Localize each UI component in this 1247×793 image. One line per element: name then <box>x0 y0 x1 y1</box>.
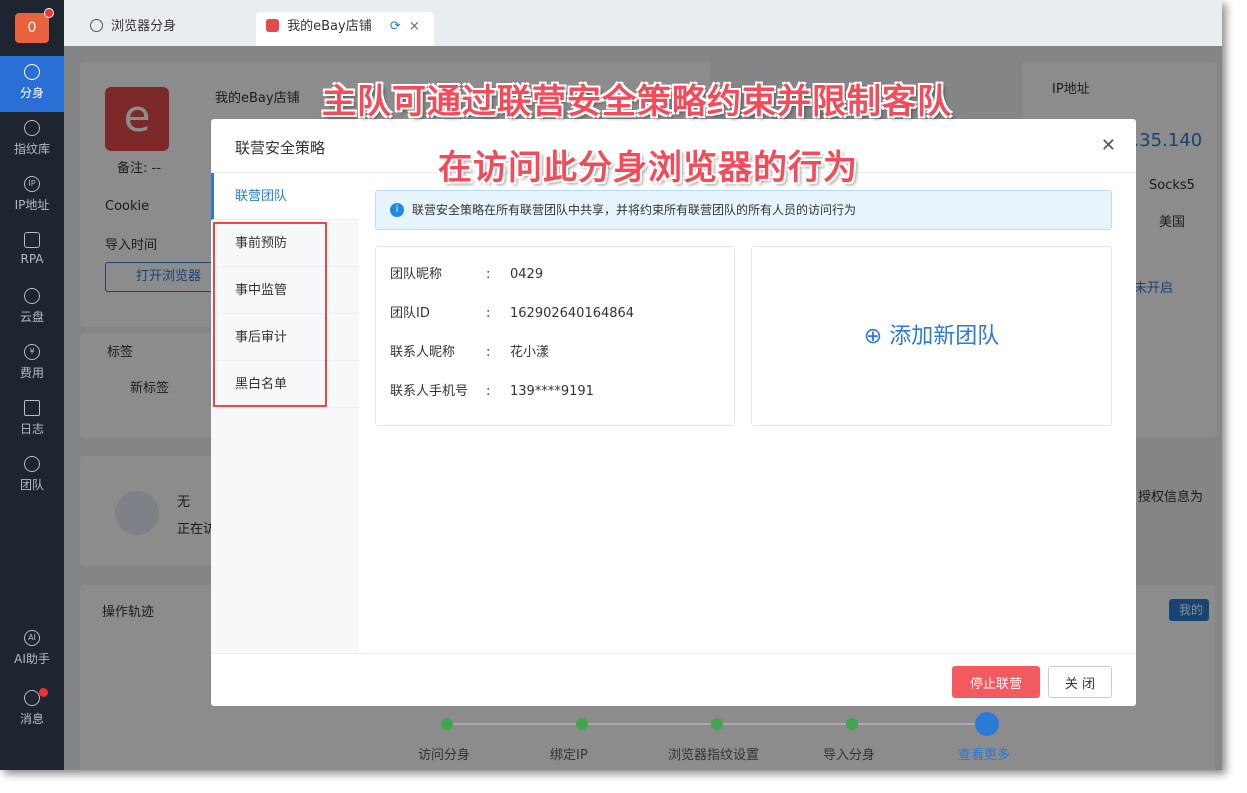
dialog-footer: 停止联营 关 闭 <box>211 653 1136 706</box>
nav-label: RPA <box>20 252 44 266</box>
step-dot <box>846 718 858 730</box>
tab-label: 浏览器分身 <box>111 19 177 34</box>
refresh-icon[interactable]: ⟳ <box>390 19 401 34</box>
field-value: 162902640164864 <box>510 306 635 321</box>
nav-label: AI助手 <box>14 652 50 666</box>
field-value: 139****9191 <box>510 384 594 399</box>
field-value: 花小漾 <box>510 345 550 360</box>
notice-text: 联营安全策略在所有联营团队中共享，并将约束所有联营团队的所有人员的访问行为 <box>412 203 857 217</box>
robot-icon <box>24 232 40 248</box>
field-colon: : <box>486 384 491 399</box>
field-colon: : <box>486 345 491 360</box>
team-field-row: 团队ID: 162902640164864 <box>390 302 634 321</box>
field-colon: : <box>486 306 491 321</box>
nav-label: 分身 <box>19 86 44 100</box>
step-label[interactable]: 绑定IP <box>550 744 588 763</box>
nav-label: 指纹库 <box>13 142 50 156</box>
close-button[interactable]: 关 闭 <box>1048 666 1112 698</box>
team-field-row: 联系人昵称: 花小漾 <box>390 341 549 360</box>
nav-item-fingerprint[interactable]: 指纹库 <box>0 112 64 168</box>
step-label[interactable]: 查看更多 <box>958 744 1010 763</box>
nav-label: 团队 <box>19 478 44 492</box>
add-team-label: 添加新团队 <box>889 324 1000 349</box>
app-window: 0 分身 指纹库 IP IP地址 RPA 云盘 ¥ 费用 日志 团队 AI AI… <box>0 0 1222 770</box>
side-navigation: 0 分身 指纹库 IP IP地址 RPA 云盘 ¥ 费用 日志 团队 AI AI… <box>0 0 64 770</box>
step-dot <box>711 718 723 730</box>
nav-item-rpa[interactable]: RPA <box>0 224 64 280</box>
info-icon: i <box>390 203 404 217</box>
tab-browser-profiles[interactable]: 浏览器分身 <box>80 12 186 46</box>
tab-bar: 浏览器分身 我的eBay店铺 ⟳ × <box>64 0 1222 46</box>
plus-circle-icon: ⊕ <box>863 324 883 349</box>
add-team-button[interactable]: ⊕ 添加新团队 <box>751 246 1112 426</box>
nav-label: 消息 <box>19 712 44 726</box>
log-icon <box>24 400 40 416</box>
logo-count: 0 <box>27 20 37 36</box>
menu-item-allied-teams[interactable]: 联营团队 <box>211 173 359 220</box>
step-label[interactable]: 访问分身 <box>418 744 470 763</box>
team-card: 团队昵称: 0429 团队ID: 162902640164864 联系人昵称: 花小漾… <box>375 246 735 426</box>
nav-item-team[interactable]: 团队 <box>0 448 64 504</box>
nav-label: IP地址 <box>14 198 50 212</box>
nav-item-ip[interactable]: IP IP地址 <box>0 168 64 224</box>
bell-icon <box>24 690 40 706</box>
nav-item-log[interactable]: 日志 <box>0 392 64 448</box>
step-dot <box>576 718 588 730</box>
field-label: 团队昵称 <box>390 267 443 282</box>
step-label[interactable]: 导入分身 <box>823 744 875 763</box>
dialog-title: 联营安全策略 <box>235 139 326 157</box>
team-icon <box>24 456 40 472</box>
nav-item-ai[interactable]: AI AI助手 <box>0 622 64 678</box>
app-logo[interactable]: 0 <box>15 8 54 43</box>
step-dot <box>441 718 453 730</box>
nav-item-avatar[interactable]: 分身 <box>0 56 64 112</box>
nav-item-cloud[interactable]: 云盘 <box>0 280 64 336</box>
fingerprint-icon <box>24 120 40 136</box>
highlight-box <box>213 222 327 407</box>
ebay-icon <box>266 19 279 32</box>
notification-dot <box>44 8 54 18</box>
cloud-icon <box>24 288 40 304</box>
yen-icon: ¥ <box>24 344 40 360</box>
close-icon[interactable]: ✕ <box>1101 135 1116 156</box>
security-policy-dialog: 联营安全策略 ✕ 联营团队 事前预防 事中监管 事后审计 黑白名单 i 联营安全… <box>211 119 1136 706</box>
field-label: 联系人昵称 <box>390 345 456 360</box>
close-tab-icon[interactable]: × <box>409 19 420 34</box>
nav-label: 费用 <box>19 366 44 380</box>
caption-line-1: 主队可通过联营安全策略约束并限制客队 <box>322 82 952 122</box>
step-label[interactable]: 浏览器指纹设置 <box>668 744 759 763</box>
field-label: 团队ID <box>390 306 430 321</box>
field-label: 联系人手机号 <box>390 384 469 399</box>
ai-icon: AI <box>24 630 40 646</box>
nav-label: 云盘 <box>19 310 44 324</box>
tab-ebay-shop[interactable]: 我的eBay店铺 ⟳ × <box>256 12 434 46</box>
field-colon: : <box>486 267 491 282</box>
team-field-row: 团队昵称: 0429 <box>390 263 543 282</box>
nav-item-messages[interactable]: 消息 <box>0 682 64 738</box>
field-value: 0429 <box>510 267 544 282</box>
chrome-icon <box>90 19 103 32</box>
message-badge <box>39 688 48 697</box>
caption-line-2: 在访问此分身浏览器的行为 <box>438 148 858 188</box>
info-notice: i 联营安全策略在所有联营团队中共享，并将约束所有联营团队的所有人员的访问行为 <box>375 190 1112 230</box>
team-field-row: 联系人手机号: 139****9191 <box>390 380 594 399</box>
nav-label: 日志 <box>19 422 44 436</box>
more-icon[interactable] <box>975 712 999 736</box>
tab-label: 我的eBay店铺 <box>287 19 372 34</box>
stop-alliance-button[interactable]: 停止联营 <box>952 666 1040 698</box>
nav-item-billing[interactable]: ¥ 费用 <box>0 336 64 392</box>
chrome-icon <box>24 64 40 80</box>
ip-icon: IP <box>24 176 40 192</box>
